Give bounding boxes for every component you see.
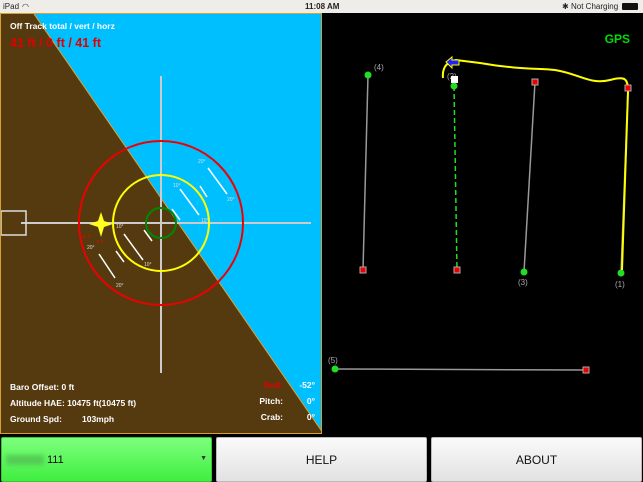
help-button[interactable]: HELP	[216, 437, 427, 482]
device-label: iPad	[3, 2, 20, 11]
flight-line-4: (4)	[359, 63, 384, 274]
crab-value: 0°	[306, 412, 315, 422]
wifi-icon: ◠	[22, 2, 29, 11]
ground-speed-label: Ground Spd:	[10, 414, 62, 424]
about-button[interactable]: ABOUT	[431, 437, 642, 482]
pitch-mark: 20°	[116, 283, 124, 289]
altitude: Altitude HAE: 10475 ft(10475 ft)	[10, 398, 137, 408]
target-vertical: 0 ft	[97, 239, 104, 244]
blurred-address	[6, 455, 44, 465]
flight-map[interactable]: (4) (2) (3) (1) (5) GPS	[322, 13, 643, 434]
line-label: (4)	[374, 63, 384, 72]
pitch-value: 0°	[306, 396, 315, 406]
pitch-mark: 20°	[198, 159, 206, 165]
battery-icon	[622, 3, 638, 10]
roll-value: -52°	[299, 380, 315, 390]
flight-line-5: (5)	[328, 356, 590, 374]
attitude-indicator: 10° 10° 10° 10° 20° 20° 20° 20° 41 ft 0 …	[0, 13, 322, 434]
line-label: (1)	[615, 280, 625, 289]
pitch-mark: 20°	[227, 197, 235, 203]
pitch-mark: 10°	[201, 218, 209, 224]
flight-track	[441, 58, 630, 271]
battery-status: Not Charging	[571, 2, 619, 11]
flight-line-3: (3)	[518, 78, 539, 287]
line-label: (3)	[518, 278, 528, 287]
selector-value: 111	[47, 454, 64, 466]
roll-label: Roll:	[264, 380, 283, 390]
ground-speed-value: 103mph	[82, 414, 115, 424]
connection-selector[interactable]: 111 ▼	[1, 437, 212, 482]
dropdown-arrow-icon: ▼	[200, 455, 207, 462]
pitch-mark: 10°	[116, 224, 124, 230]
pitch-label: Pitch:	[259, 396, 283, 406]
target-distance: 41 ft	[82, 234, 92, 239]
crab-label: Crab:	[260, 412, 283, 422]
gps-source-label: GPS	[604, 32, 630, 46]
pitch-mark: 20°	[87, 245, 95, 251]
pitch-mark: 10°	[173, 183, 181, 189]
baro-offset: Baro Offset: 0 ft	[10, 382, 75, 392]
line-label: (5)	[328, 356, 338, 365]
status-bar: iPad ◠ 11:08 AM ✱ Not Charging	[0, 0, 643, 13]
off-track-label: Off Track total / vert / horz	[10, 21, 115, 31]
off-track-value: 41 ft / 0 ft / 41 ft	[10, 36, 101, 50]
pitch-mark: 10°	[144, 262, 152, 268]
clock: 11:08 AM	[305, 2, 340, 11]
bluetooth-icon: ✱	[562, 2, 569, 11]
aircraft-icon	[445, 55, 460, 70]
flight-line-2: (2)	[447, 72, 461, 274]
